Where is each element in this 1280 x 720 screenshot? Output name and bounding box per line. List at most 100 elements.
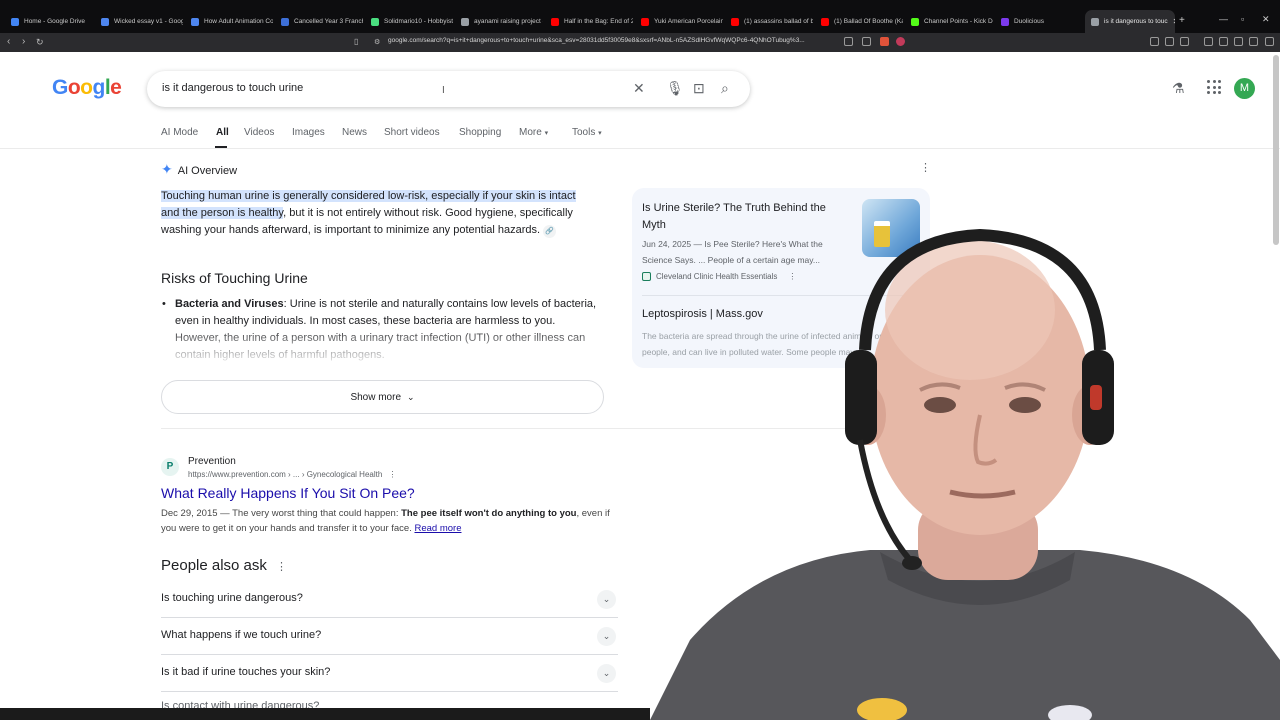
tab-label: Channel Points - Kick De bbox=[924, 18, 993, 25]
tab-favicon-icon bbox=[101, 17, 109, 26]
vpn-icon[interactable] bbox=[1234, 37, 1243, 46]
tab-favicon-icon bbox=[911, 17, 919, 26]
brave-shield-icon[interactable] bbox=[880, 37, 889, 46]
tab-label: ayanami raising project - bbox=[474, 18, 543, 25]
tab-more-label: More bbox=[519, 127, 542, 138]
browser-tab[interactable]: (1) Ballad Of Boothe (Ka bbox=[815, 10, 903, 33]
close-window-icon[interactable]: ✕ bbox=[1262, 14, 1270, 25]
site-info-icon[interactable]: ⚙ bbox=[374, 38, 380, 46]
tab-all[interactable]: All bbox=[216, 127, 229, 138]
browser-tab[interactable]: Yuki American Porcelain bbox=[635, 10, 723, 33]
show-more-label: Show more bbox=[350, 391, 402, 403]
paa-question[interactable]: Is touching urine dangerous? ⌄ bbox=[161, 581, 618, 618]
browser-tab[interactable]: Half in the Bag: End of 2 bbox=[545, 10, 633, 33]
search-box[interactable]: is it dangerous to touch urine I ✕ 🎙 ⊡ ⌕ bbox=[147, 71, 750, 107]
puzzle-icon[interactable] bbox=[1165, 37, 1174, 46]
more-options-icon[interactable]: ⋮ bbox=[920, 161, 931, 174]
tab-favicon-icon bbox=[281, 17, 289, 26]
tab-label: (1) assassins ballad of b bbox=[744, 18, 813, 25]
forward-icon[interactable]: › bbox=[22, 36, 25, 47]
tab-news[interactable]: News bbox=[342, 127, 367, 138]
read-more-link[interactable]: Read more bbox=[414, 523, 461, 534]
tab-short-videos[interactable]: Short videos bbox=[384, 127, 440, 138]
lens-icon[interactable]: ⊡ bbox=[693, 80, 705, 97]
sidebar-icon[interactable] bbox=[1180, 37, 1189, 46]
tab-tools[interactable]: Tools ▾ bbox=[572, 127, 602, 138]
paa-question[interactable]: Is it bad if urine touches your skin? ⌄ bbox=[161, 655, 618, 692]
menu-icon[interactable] bbox=[1265, 37, 1274, 46]
link-icon[interactable]: 🔗 bbox=[543, 225, 557, 238]
media-icon[interactable] bbox=[1204, 37, 1213, 46]
address-bar[interactable]: google.com/search?q=is+it+dangerous+to+t… bbox=[388, 37, 805, 44]
tab-close-icon[interactable]: ✕ bbox=[1173, 17, 1175, 26]
search-icon[interactable]: ⌕ bbox=[721, 80, 729, 97]
paa-question[interactable]: What happens if we touch urine? ⌄ bbox=[161, 618, 618, 655]
result-snippet: Dec 29, 2015 — The very worst thing that… bbox=[161, 506, 621, 536]
avatar[interactable]: M bbox=[1234, 78, 1255, 99]
browser-tab[interactable]: Solidmario10 - Hobbyist bbox=[365, 10, 453, 33]
rewards-icon[interactable] bbox=[896, 37, 905, 46]
profile-icon[interactable] bbox=[1249, 37, 1258, 46]
chevron-down-icon: ⌄ bbox=[597, 590, 616, 609]
chevron-down-icon: ⌄ bbox=[597, 664, 616, 683]
tab-label: Half in the Bag: End of 2 bbox=[564, 18, 633, 25]
tab-favicon-icon bbox=[1001, 17, 1009, 26]
browser-tab[interactable]: Wicked essay v1 - Googl bbox=[95, 10, 183, 33]
browser-tab-strip: Home - Google Drive Wicked essay v1 - Goo… bbox=[0, 0, 1280, 33]
tab-more[interactable]: More ▾ bbox=[519, 127, 548, 138]
more-options-icon[interactable]: ⋮ bbox=[389, 470, 397, 479]
browser-tab[interactable]: Home - Google Drive bbox=[5, 10, 93, 33]
browser-tab[interactable]: Cancelled Year 3 Franch bbox=[275, 10, 363, 33]
taskbar-strip bbox=[0, 708, 650, 720]
show-more-button[interactable]: Show more ⌄ bbox=[161, 380, 604, 414]
chevron-down-icon: ⌄ bbox=[407, 391, 415, 402]
google-logo[interactable]: Google bbox=[52, 76, 122, 100]
result-url-text: https://www.prevention.com › ... › Gynec… bbox=[188, 470, 383, 479]
clear-icon[interactable]: ✕ bbox=[633, 80, 645, 97]
bookmark-icon[interactable]: ▯ bbox=[354, 37, 358, 46]
labs-flask-icon[interactable]: ⚗ bbox=[1172, 80, 1185, 97]
microphone-icon[interactable]: 🎙 bbox=[666, 80, 684, 97]
tab-label: Duolicious bbox=[1014, 18, 1044, 25]
reload-icon[interactable]: ↻ bbox=[36, 37, 44, 48]
search-input[interactable]: is it dangerous to touch urine bbox=[162, 82, 303, 94]
browser-tab[interactable]: Channel Points - Kick De bbox=[905, 10, 993, 33]
tab-images[interactable]: Images bbox=[292, 127, 325, 138]
ai-overview-label: AI Overview bbox=[177, 165, 238, 177]
logo-letter: o bbox=[67, 76, 81, 99]
result-site-name[interactable]: Prevention bbox=[188, 456, 236, 467]
ai-overview-header: ✦ AI Overview bbox=[161, 161, 237, 178]
zoom-icon[interactable] bbox=[844, 37, 853, 46]
sparkle-icon: ✦ bbox=[161, 161, 173, 177]
more-options-icon[interactable]: ⋮ bbox=[276, 560, 287, 573]
tab-label: Cancelled Year 3 Franch bbox=[294, 18, 363, 25]
browser-tab[interactable]: (1) assassins ballad of b bbox=[725, 10, 813, 33]
ai-overview-summary: Touching human urine is generally consid… bbox=[161, 188, 581, 239]
prevention-favicon: P bbox=[161, 458, 179, 476]
minimize-icon[interactable]: — bbox=[1219, 14, 1228, 24]
tab-ai-mode[interactable]: AI Mode bbox=[161, 127, 198, 138]
browser-tab[interactable]: ayanami raising project - bbox=[455, 10, 543, 33]
streamer-webcam-image bbox=[650, 228, 1280, 720]
bullet-term: Bacteria and Viruses bbox=[175, 298, 284, 310]
tab-shopping[interactable]: Shopping bbox=[459, 127, 501, 138]
risks-heading: Risks of Touching Urine bbox=[161, 270, 308, 286]
new-tab-button[interactable]: + bbox=[1179, 15, 1185, 26]
content-fade bbox=[161, 325, 611, 365]
result-url[interactable]: https://www.prevention.com › ... › Gynec… bbox=[188, 470, 397, 479]
tab-favicon-icon bbox=[11, 17, 19, 26]
result-title-link[interactable]: What Really Happens If You Sit On Pee? bbox=[161, 485, 415, 501]
back-icon[interactable]: ‹ bbox=[7, 36, 10, 47]
share-icon[interactable] bbox=[862, 37, 871, 46]
tab-tools-label: Tools bbox=[572, 127, 596, 138]
browser-tab[interactable]: How Adult Animation Co bbox=[185, 10, 273, 33]
extension-icon[interactable] bbox=[1150, 37, 1159, 46]
wallet-icon[interactable] bbox=[1219, 37, 1228, 46]
tab-videos[interactable]: Videos bbox=[244, 127, 274, 138]
restore-icon[interactable]: ▫ bbox=[1241, 14, 1244, 24]
apps-grid-icon[interactable] bbox=[1207, 80, 1221, 94]
tab-favicon-icon bbox=[731, 17, 739, 26]
browser-toolbar: ‹ › ↻ ▯ ⚙ google.com/search?q=is+it+dang… bbox=[0, 33, 1280, 52]
browser-tab[interactable]: is it dangerous to touc ✕ bbox=[1085, 10, 1175, 33]
browser-tab[interactable]: Duolicious bbox=[995, 10, 1083, 33]
